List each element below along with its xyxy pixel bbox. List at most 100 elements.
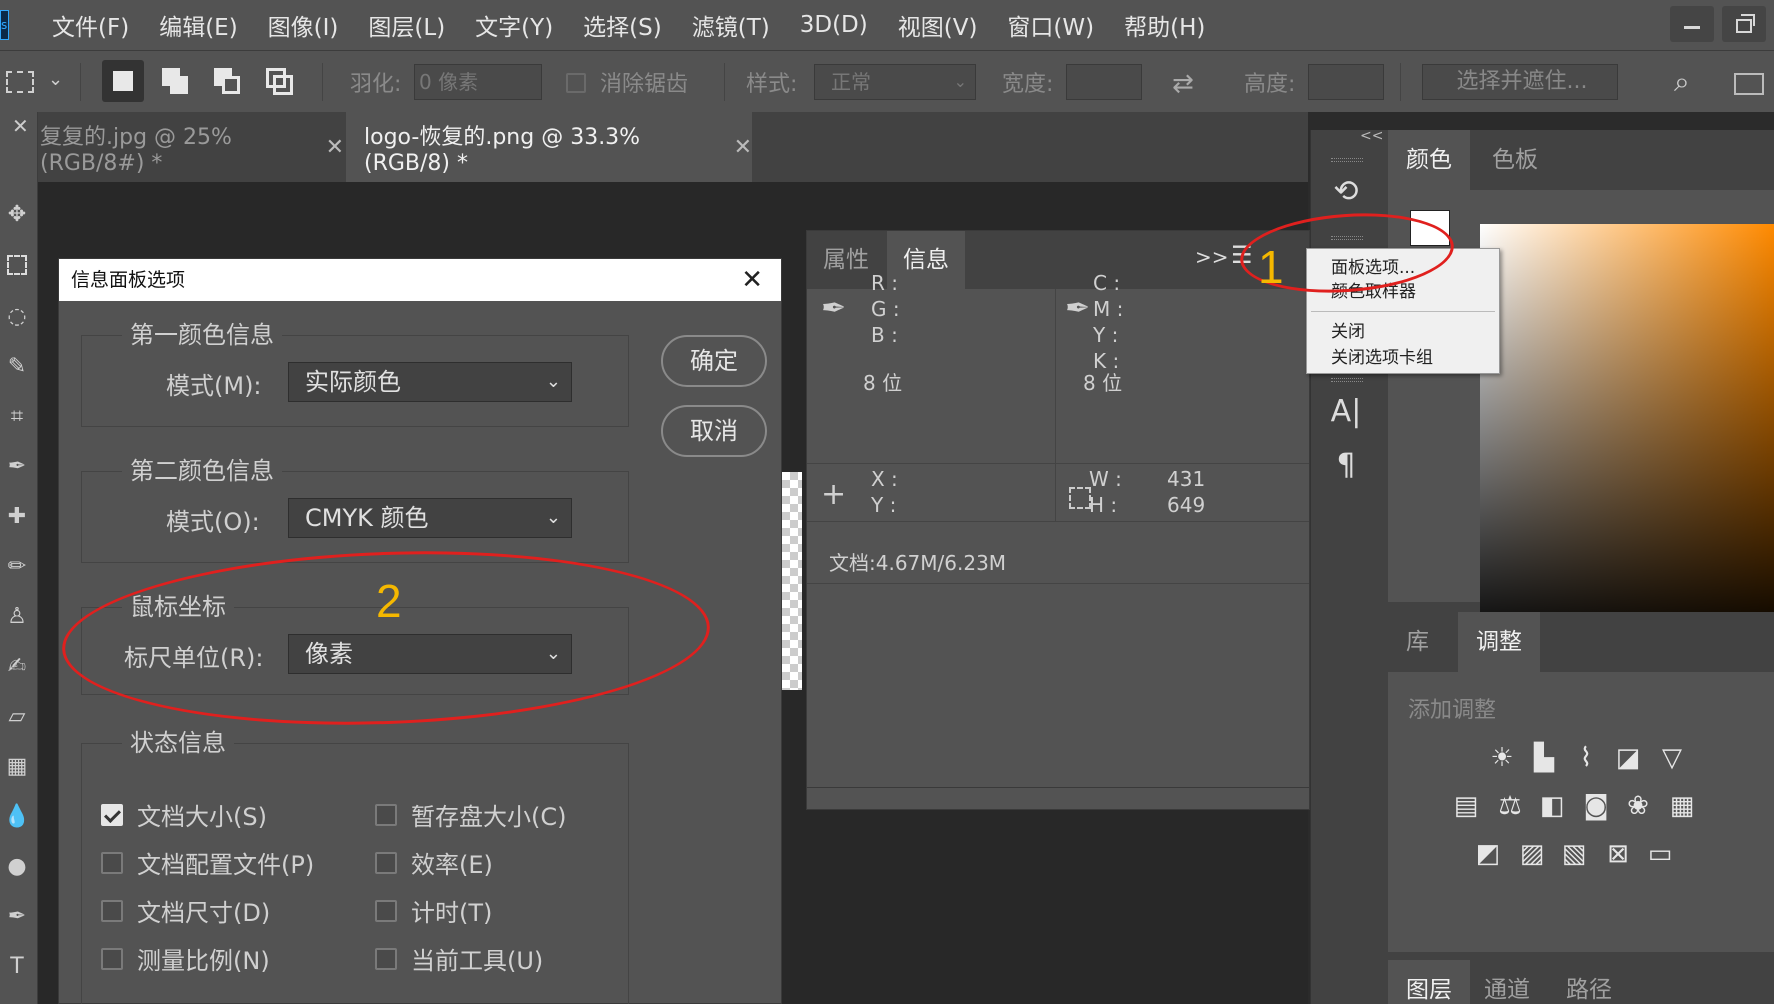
eyedropper-tool-icon[interactable]: ✒: [2, 452, 32, 482]
tab-paths[interactable]: 路径: [1548, 960, 1630, 1004]
gradient-map-icon[interactable]: ▭: [1642, 838, 1678, 870]
stamp-tool-icon[interactable]: ♙: [2, 602, 32, 632]
checkbox-document-dimensions[interactable]: 文档尺寸(D): [101, 893, 270, 928]
close-icon[interactable]: ✕: [12, 114, 29, 138]
tab-library[interactable]: 库: [1388, 612, 1447, 672]
subtract-selection-button[interactable]: [206, 60, 248, 102]
brightness-icon[interactable]: ☀: [1484, 742, 1520, 774]
close-icon[interactable]: ✕: [326, 135, 344, 160]
eraser-tool-icon[interactable]: ▱: [2, 702, 32, 732]
blur-tool-icon[interactable]: 💧: [2, 802, 32, 832]
lasso-tool-icon[interactable]: ◌: [2, 302, 32, 332]
history-brush-tool-icon[interactable]: ✍: [2, 652, 32, 682]
hue-saturation-icon[interactable]: ▤: [1448, 790, 1484, 822]
quick-select-tool-icon[interactable]: ✎: [2, 352, 32, 382]
checkbox[interactable]: [101, 803, 123, 826]
paragraph-panel-icon[interactable]: ¶: [1321, 448, 1371, 483]
collapse-panels-icon[interactable]: <<: [1360, 128, 1383, 144]
menu-filter[interactable]: 滤镜(T): [692, 8, 770, 42]
checkbox[interactable]: [101, 899, 123, 922]
minimize-button[interactable]: [1670, 6, 1714, 42]
checkbox-timing[interactable]: 计时(T): [375, 893, 492, 928]
brush-tool-icon[interactable]: ✏: [2, 552, 32, 582]
menu-image[interactable]: 图像(I): [268, 8, 339, 42]
close-icon[interactable]: ✕: [741, 259, 763, 301]
tab-info[interactable]: 信息: [887, 231, 965, 289]
menu-item-close[interactable]: 关闭: [1331, 317, 1365, 342]
tab-adjustments[interactable]: 调整: [1458, 612, 1540, 672]
crop-tool-icon[interactable]: ⌗: [2, 402, 32, 432]
invert-icon[interactable]: ◩: [1470, 838, 1506, 870]
posterize-icon[interactable]: ▨: [1514, 838, 1550, 870]
tab-color[interactable]: 颜色: [1388, 130, 1470, 190]
curves-icon[interactable]: ⌇: [1568, 742, 1604, 774]
marquee-preset-icon[interactable]: [6, 71, 34, 93]
checkbox-document-size[interactable]: 文档大小(S): [101, 797, 267, 832]
style-select[interactable]: 正常 ⌄: [814, 64, 976, 100]
checkbox-scratch-size[interactable]: 暂存盘大小(C): [375, 797, 566, 832]
restore-button[interactable]: [1722, 6, 1766, 42]
character-panel-icon[interactable]: A|: [1321, 394, 1371, 429]
pen-tool-icon[interactable]: ✒: [2, 902, 32, 932]
second-color-mode-select[interactable]: CMYK 颜色 ⌄: [288, 498, 572, 538]
menu-view[interactable]: 视图(V): [898, 8, 978, 42]
gradient-tool-icon[interactable]: ▦: [2, 752, 32, 782]
checkbox[interactable]: [375, 947, 397, 970]
menu-type[interactable]: 文字(Y): [475, 8, 553, 42]
move-tool-icon[interactable]: ✥: [2, 200, 32, 230]
search-icon[interactable]: ⌕: [1674, 65, 1690, 99]
checkbox[interactable]: [375, 803, 397, 826]
add-selection-button[interactable]: [154, 60, 196, 102]
menu-window[interactable]: 窗口(W): [1007, 8, 1094, 42]
levels-icon[interactable]: ▙: [1526, 742, 1562, 774]
marquee-tool-icon[interactable]: [2, 250, 32, 280]
dodge-tool-icon[interactable]: ●: [2, 852, 32, 882]
checkbox-efficiency[interactable]: 效率(E): [375, 845, 493, 880]
exposure-icon[interactable]: ◪: [1610, 742, 1646, 774]
photo-filter-icon[interactable]: ◙: [1578, 790, 1614, 822]
close-icon[interactable]: ✕: [734, 135, 752, 160]
checkbox-current-tool[interactable]: 当前工具(U): [375, 941, 543, 976]
history-panel-icon[interactable]: ⟲: [1321, 174, 1371, 209]
checkbox[interactable]: [375, 899, 397, 922]
grip-handle[interactable]: [1331, 378, 1363, 382]
menu-file[interactable]: 文件(F): [52, 8, 129, 42]
selective-color-icon[interactable]: ⊠: [1600, 838, 1636, 870]
feather-input[interactable]: 0 像素: [414, 64, 542, 100]
checkbox[interactable]: [101, 851, 123, 874]
doc-tab-png[interactable]: logo-恢复的.png @ 33.3%(RGB/8) * ✕: [346, 112, 752, 182]
menu-edit[interactable]: 编辑(E): [159, 8, 237, 42]
menu-select[interactable]: 选择(S): [583, 8, 662, 42]
color-balance-icon[interactable]: ⚖: [1492, 790, 1528, 822]
channel-mixer-icon[interactable]: ❀: [1620, 790, 1656, 822]
color-picker-field[interactable]: [1480, 224, 1774, 648]
first-color-mode-select[interactable]: 实际颜色 ⌄: [288, 362, 572, 402]
expand-icon[interactable]: >>: [1195, 245, 1229, 269]
tab-channels[interactable]: 通道: [1466, 960, 1548, 1004]
select-and-mask-button[interactable]: 选择并遮住...: [1422, 64, 1618, 100]
healing-tool-icon[interactable]: ✚: [2, 502, 32, 532]
new-selection-button[interactable]: [102, 60, 144, 102]
menu-layer[interactable]: 图层(L): [368, 8, 445, 42]
checkbox-document-profile[interactable]: 文档配置文件(P): [101, 845, 314, 880]
tab-swatches[interactable]: 色板: [1474, 130, 1556, 190]
menu-help[interactable]: 帮助(H): [1124, 8, 1205, 42]
ok-button[interactable]: 确定: [661, 335, 767, 387]
menu-3d[interactable]: 3D(D): [800, 12, 868, 38]
vibrance-icon[interactable]: ▽: [1654, 742, 1690, 774]
antialias-checkbox[interactable]: [566, 73, 586, 93]
chevron-down-icon[interactable]: ⌄: [48, 69, 63, 90]
grip-handle[interactable]: [1331, 158, 1363, 162]
swap-icon[interactable]: ⇄: [1172, 69, 1194, 99]
height-input[interactable]: [1308, 64, 1384, 100]
checkbox-measurement-scale[interactable]: 测量比例(N): [101, 941, 270, 976]
checkbox[interactable]: [375, 851, 397, 874]
threshold-icon[interactable]: ▧: [1556, 838, 1592, 870]
black-white-icon[interactable]: ◧: [1534, 790, 1570, 822]
menu-item-close-tab-group[interactable]: 关闭选项卡组: [1331, 343, 1433, 368]
cancel-button[interactable]: 取消: [661, 405, 767, 457]
type-tool-icon[interactable]: T: [2, 952, 32, 982]
doc-tab-jpg[interactable]: 复复的.jpg @ 25%(RGB/8#) * ✕: [38, 112, 344, 182]
tab-layers[interactable]: 图层: [1388, 960, 1470, 1004]
intersect-selection-button[interactable]: [258, 60, 300, 102]
